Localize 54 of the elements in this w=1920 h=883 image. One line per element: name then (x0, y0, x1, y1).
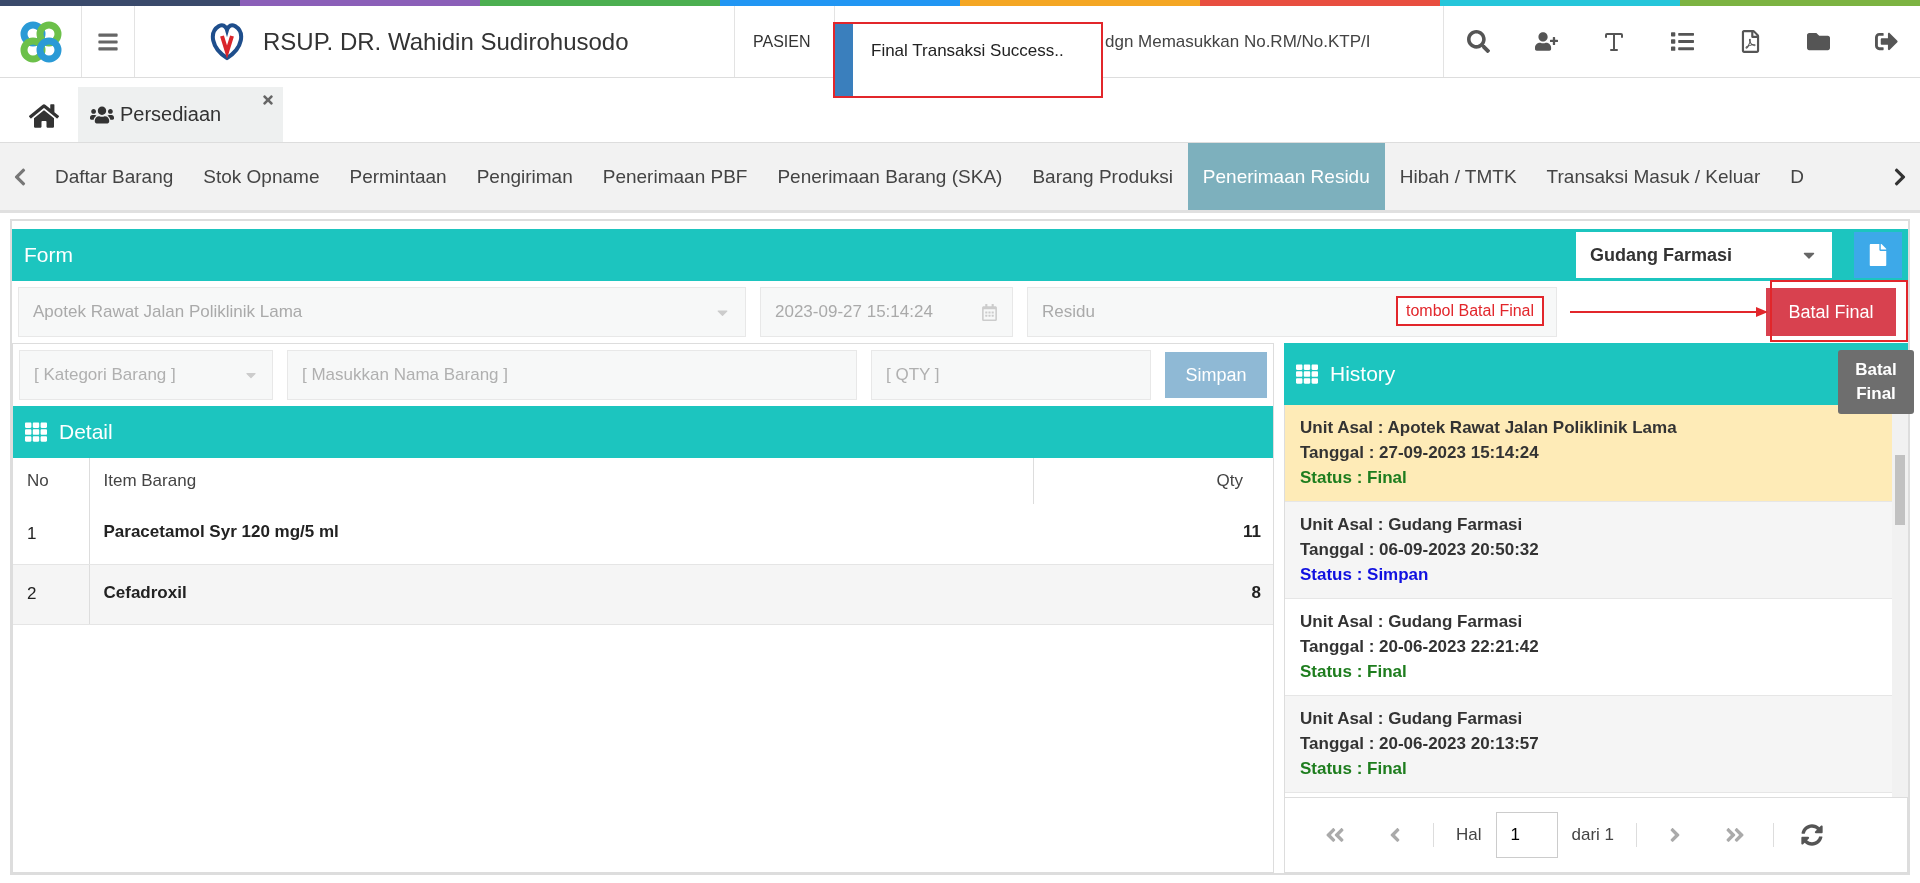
table-cell: Paracetamol Syr 120 mg/5 ml (89, 504, 1033, 564)
page-total: dari 1 (1571, 825, 1615, 845)
page-field[interactable]: 1 (1495, 812, 1558, 858)
detail-title: Detail (59, 420, 113, 444)
nav-tab[interactable]: Pengiriman (461, 143, 588, 210)
nav-tab[interactable]: Hibah / TMTK (1384, 143, 1532, 210)
scrollbar-thumb[interactable] (1895, 455, 1905, 525)
table-cell: 11 (1033, 504, 1273, 564)
history-unit: Unit Asal : Gudang Farmasi (1300, 611, 1524, 633)
history-status: Status : Final (1300, 467, 1408, 489)
history-date: Tanggal : 20-06-2023 22:21:42 (1300, 636, 1540, 658)
history-date: Tanggal : 27-09-2023 15:14:24 (1300, 442, 1540, 464)
cancel-final-button[interactable]: Batal Final (1766, 288, 1896, 336)
history-item[interactable]: Unit Asal : Apotek Rawat Jalan Poliklinik Lama Tanggal : 27-09-2023 15:14:24 Status : Final (1285, 405, 1892, 502)
refresh-icon[interactable] (1801, 824, 1824, 846)
nav-tab[interactable]: Penerimaan Barang (SKA) (762, 143, 1018, 210)
nav-tab[interactable]: Stok Opname (188, 143, 335, 210)
nav-tab[interactable]: Permintaan (334, 143, 462, 210)
toast-message: Final Transaksi Success.. (870, 40, 1064, 62)
history-unit: Unit Asal : Gudang Farmasi (1300, 708, 1524, 730)
module-tab[interactable]: Persediaan (78, 87, 283, 142)
tooltip: Batal Final (1838, 350, 1914, 414)
nav-tab[interactable]: Penerimaan PBF (587, 143, 763, 210)
history-item[interactable]: Unit Asal : Gudang Farmasi Tanggal : 20-06-2023 20:13:57 Status : Final (1285, 696, 1892, 793)
patient-label: PASIEN (753, 32, 811, 51)
file-button[interactable] (1854, 232, 1902, 278)
table-cell: 1 (13, 504, 89, 564)
history-unit: Unit Asal : Gudang Farmasi (1300, 514, 1524, 536)
history-status: Status : Final (1300, 661, 1408, 683)
nav-tab[interactable]: Daftar Barang (40, 143, 189, 210)
nav-tab[interactable]: D (1775, 143, 1819, 210)
warehouse-select[interactable]: Gudang Farmasi (1576, 232, 1832, 278)
history-date: Tanggal : 20-06-2023 20:13:57 (1300, 733, 1540, 755)
annotation-label: tombol Batal Final (1396, 296, 1545, 326)
nav-tab[interactable]: Transaksi Masuk / Keluar (1531, 143, 1776, 210)
table-cell: 8 (1033, 564, 1273, 624)
home-icon[interactable] (29, 101, 59, 131)
history-date: Tanggal : 06-09-2023 20:50:32 (1300, 539, 1540, 561)
close-icon[interactable] (261, 93, 275, 107)
history-title: History (1330, 362, 1396, 386)
page-label: Hal (1456, 825, 1482, 845)
file-icon[interactable] (1867, 244, 1889, 266)
history-unit: Unit Asal : Apotek Rawat Jalan Poliklinik Lama (1300, 417, 1678, 439)
column-header: Qty (1033, 458, 1273, 504)
history-status: Status : Simpan (1300, 564, 1430, 586)
form-title: Form (24, 243, 73, 267)
hospital-name: RSUP. DR. Wahidin Sudirohusodo (263, 27, 629, 56)
history-status: Status : Final (1300, 758, 1408, 780)
nav-tab[interactable]: Barang Produksi (1017, 143, 1188, 210)
table-cell: 2 (13, 564, 89, 624)
toast-accent-bar (835, 24, 853, 96)
table-cell: Cefadroxil (89, 564, 1033, 624)
column-header: No (13, 458, 89, 504)
history-item[interactable]: Unit Asal : Gudang Farmasi Tanggal : 06-09-2023 20:50:32 Status : Simpan (1285, 502, 1892, 599)
